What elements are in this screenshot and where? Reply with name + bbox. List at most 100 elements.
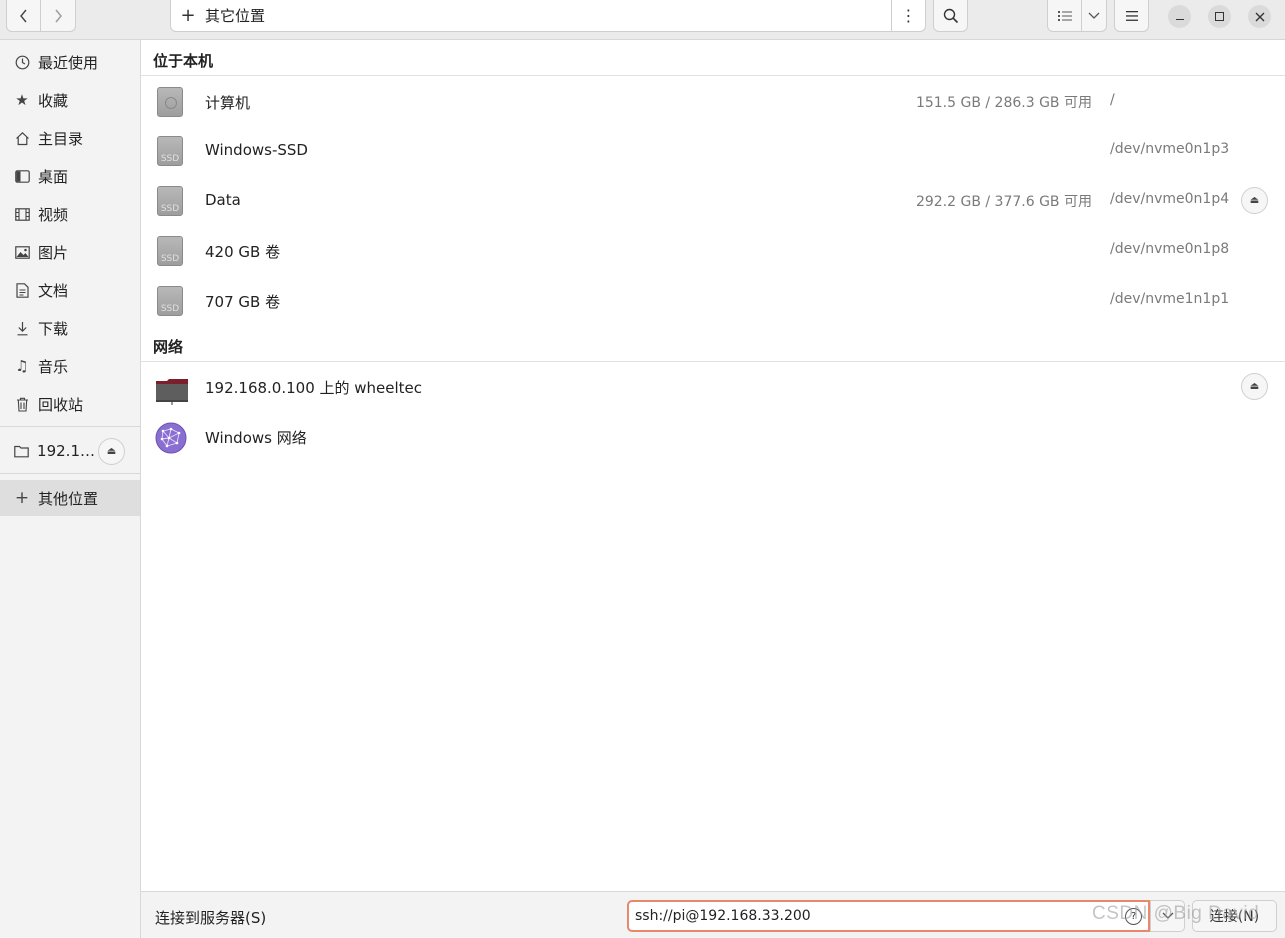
sidebar-item-label: 192.1… bbox=[37, 442, 95, 460]
list-view-button[interactable] bbox=[1047, 0, 1082, 32]
location-device: / bbox=[1110, 92, 1115, 108]
sidebar-item-videos[interactable]: 视频 bbox=[0, 196, 140, 232]
sidebar-item-label: 最近使用 bbox=[38, 53, 99, 72]
location-name: 420 GB 卷 bbox=[205, 243, 281, 261]
eject-icon: ⏏ bbox=[106, 446, 117, 457]
location-row[interactable]: 计算机 151.5 GB / 286.3 GB 可用 / bbox=[141, 77, 1285, 127]
location-device: /dev/nvme1n1p1 bbox=[1110, 291, 1230, 307]
more-vertical-icon: ⋮ bbox=[900, 6, 917, 25]
sidebar-item-home[interactable]: 主目录 bbox=[0, 120, 140, 156]
home-icon bbox=[14, 130, 30, 146]
minimize-button[interactable] bbox=[1168, 5, 1191, 28]
close-icon bbox=[1255, 12, 1264, 21]
sidebar-item-label: 音乐 bbox=[38, 357, 69, 376]
sidebar: 最近使用 ★ 收藏 主目录 桌面 视频 图片 文档 下载 ♫ 音乐 回收站 19… bbox=[0, 40, 141, 938]
network-row[interactable]: Windows 网络 bbox=[141, 412, 1285, 462]
location-row[interactable]: SSD 707 GB 卷 /dev/nvme1n1p1 bbox=[141, 276, 1285, 326]
location-name: Data bbox=[205, 191, 241, 209]
plus-icon: + bbox=[14, 488, 30, 508]
section-title-local: 位于本机 bbox=[153, 52, 214, 70]
chevron-left-icon bbox=[19, 9, 27, 22]
location-name: Windows-SSD bbox=[205, 141, 308, 159]
path-menu-button[interactable]: ⋮ bbox=[891, 0, 925, 31]
section-divider bbox=[141, 75, 1285, 76]
sidebar-item-pictures[interactable]: 图片 bbox=[0, 234, 140, 270]
sidebar-item-mount[interactable]: 192.1… bbox=[0, 433, 95, 469]
picture-icon bbox=[14, 244, 30, 260]
sidebar-item-downloads[interactable]: 下载 bbox=[0, 310, 140, 346]
sidebar-item-starred[interactable]: ★ 收藏 bbox=[0, 82, 140, 118]
close-button[interactable] bbox=[1248, 5, 1271, 28]
forward-button[interactable] bbox=[41, 0, 76, 32]
plus-icon: + bbox=[180, 5, 196, 26]
search-icon bbox=[943, 8, 958, 23]
sidebar-eject-button[interactable]: ⏏ bbox=[98, 438, 125, 465]
sidebar-item-documents[interactable]: 文档 bbox=[0, 272, 140, 308]
sidebar-item-label: 视频 bbox=[38, 205, 69, 224]
computer-disk-icon bbox=[157, 87, 185, 119]
sidebar-separator bbox=[0, 426, 140, 427]
location-device: /dev/nvme0n1p3 bbox=[1110, 141, 1230, 157]
location-name: 707 GB 卷 bbox=[205, 293, 281, 311]
server-address-input[interactable] bbox=[627, 900, 1150, 932]
eject-icon: ⏏ bbox=[1249, 381, 1260, 392]
eject-button[interactable]: ⏏ bbox=[1241, 187, 1268, 214]
location-name: 192.168.0.100 上的 wheeltec bbox=[205, 379, 423, 397]
sidebar-item-label: 主目录 bbox=[38, 129, 84, 148]
location-row[interactable]: SSD Windows-SSD /dev/nvme0n1p3 bbox=[141, 126, 1285, 176]
maximize-button[interactable] bbox=[1208, 5, 1231, 28]
back-button[interactable] bbox=[6, 0, 41, 32]
eject-button[interactable]: ⏏ bbox=[1241, 373, 1268, 400]
search-button[interactable] bbox=[933, 0, 968, 32]
ssd-icon: SSD bbox=[157, 186, 185, 218]
watermark: CSDN @Big David bbox=[1092, 903, 1260, 924]
hamburger-icon bbox=[1125, 10, 1138, 21]
location-row[interactable]: SSD 420 GB 卷 /dev/nvme0n1p8 bbox=[141, 226, 1285, 276]
sidebar-item-other-locations[interactable]: + 其他位置 bbox=[0, 480, 140, 516]
sidebar-separator bbox=[0, 473, 140, 474]
network-row[interactable]: 192.168.0.100 上的 wheeltec ⏏ bbox=[141, 362, 1285, 412]
locations-view: 位于本机 计算机 151.5 GB / 286.3 GB 可用 / SSD Wi… bbox=[141, 40, 1285, 891]
chevron-down-icon bbox=[1088, 12, 1100, 19]
connect-label: 连接到服务器(S) bbox=[155, 909, 267, 927]
sidebar-item-music[interactable]: ♫ 音乐 bbox=[0, 348, 140, 384]
location-device: /dev/nvme0n1p4 bbox=[1110, 191, 1230, 207]
network-folder-icon bbox=[155, 372, 189, 405]
section-title-network: 网络 bbox=[153, 338, 184, 356]
list-view-icon bbox=[1057, 10, 1072, 21]
location-device: /dev/nvme0n1p8 bbox=[1110, 241, 1230, 257]
sidebar-item-label: 图片 bbox=[38, 243, 69, 262]
view-options-button[interactable] bbox=[1082, 0, 1107, 32]
path-bar[interactable]: + 其它位置 ⋮ bbox=[170, 0, 926, 32]
ssd-icon: SSD bbox=[157, 286, 185, 318]
main-menu-button[interactable] bbox=[1114, 0, 1149, 32]
eject-icon: ⏏ bbox=[1249, 195, 1260, 206]
location-name: Windows 网络 bbox=[205, 429, 307, 447]
network-globe-icon bbox=[155, 422, 187, 454]
sidebar-item-label: 下载 bbox=[38, 319, 69, 338]
minimize-icon bbox=[1175, 19, 1184, 20]
ssd-icon: SSD bbox=[157, 236, 185, 268]
sidebar-item-desktop[interactable]: 桌面 bbox=[0, 158, 140, 194]
location-row[interactable]: SSD Data 292.2 GB / 377.6 GB 可用 /dev/nvm… bbox=[141, 176, 1285, 226]
download-icon bbox=[14, 320, 30, 336]
music-icon: ♫ bbox=[15, 357, 29, 375]
sidebar-item-label: 回收站 bbox=[38, 395, 84, 414]
maximize-icon bbox=[1215, 12, 1224, 21]
document-icon bbox=[14, 282, 30, 298]
sidebar-item-recent[interactable]: 最近使用 bbox=[0, 44, 140, 80]
sidebar-item-label: 其他位置 bbox=[38, 489, 99, 508]
sidebar-item-trash[interactable]: 回收站 bbox=[0, 386, 140, 422]
sidebar-item-label: 文档 bbox=[38, 281, 69, 300]
film-icon bbox=[14, 206, 30, 222]
path-label: 其它位置 bbox=[205, 7, 266, 25]
folder-icon bbox=[14, 443, 29, 459]
ssd-icon: SSD bbox=[157, 136, 185, 168]
star-icon: ★ bbox=[15, 91, 29, 109]
location-available: 151.5 GB / 286.3 GB 可用 bbox=[915, 95, 1092, 111]
clock-icon bbox=[14, 54, 30, 70]
sidebar-item-label: 收藏 bbox=[38, 91, 69, 110]
sidebar-item-label: 桌面 bbox=[38, 167, 69, 186]
header-bar: + 其它位置 ⋮ bbox=[0, 0, 1285, 40]
chevron-right-icon bbox=[55, 9, 62, 22]
